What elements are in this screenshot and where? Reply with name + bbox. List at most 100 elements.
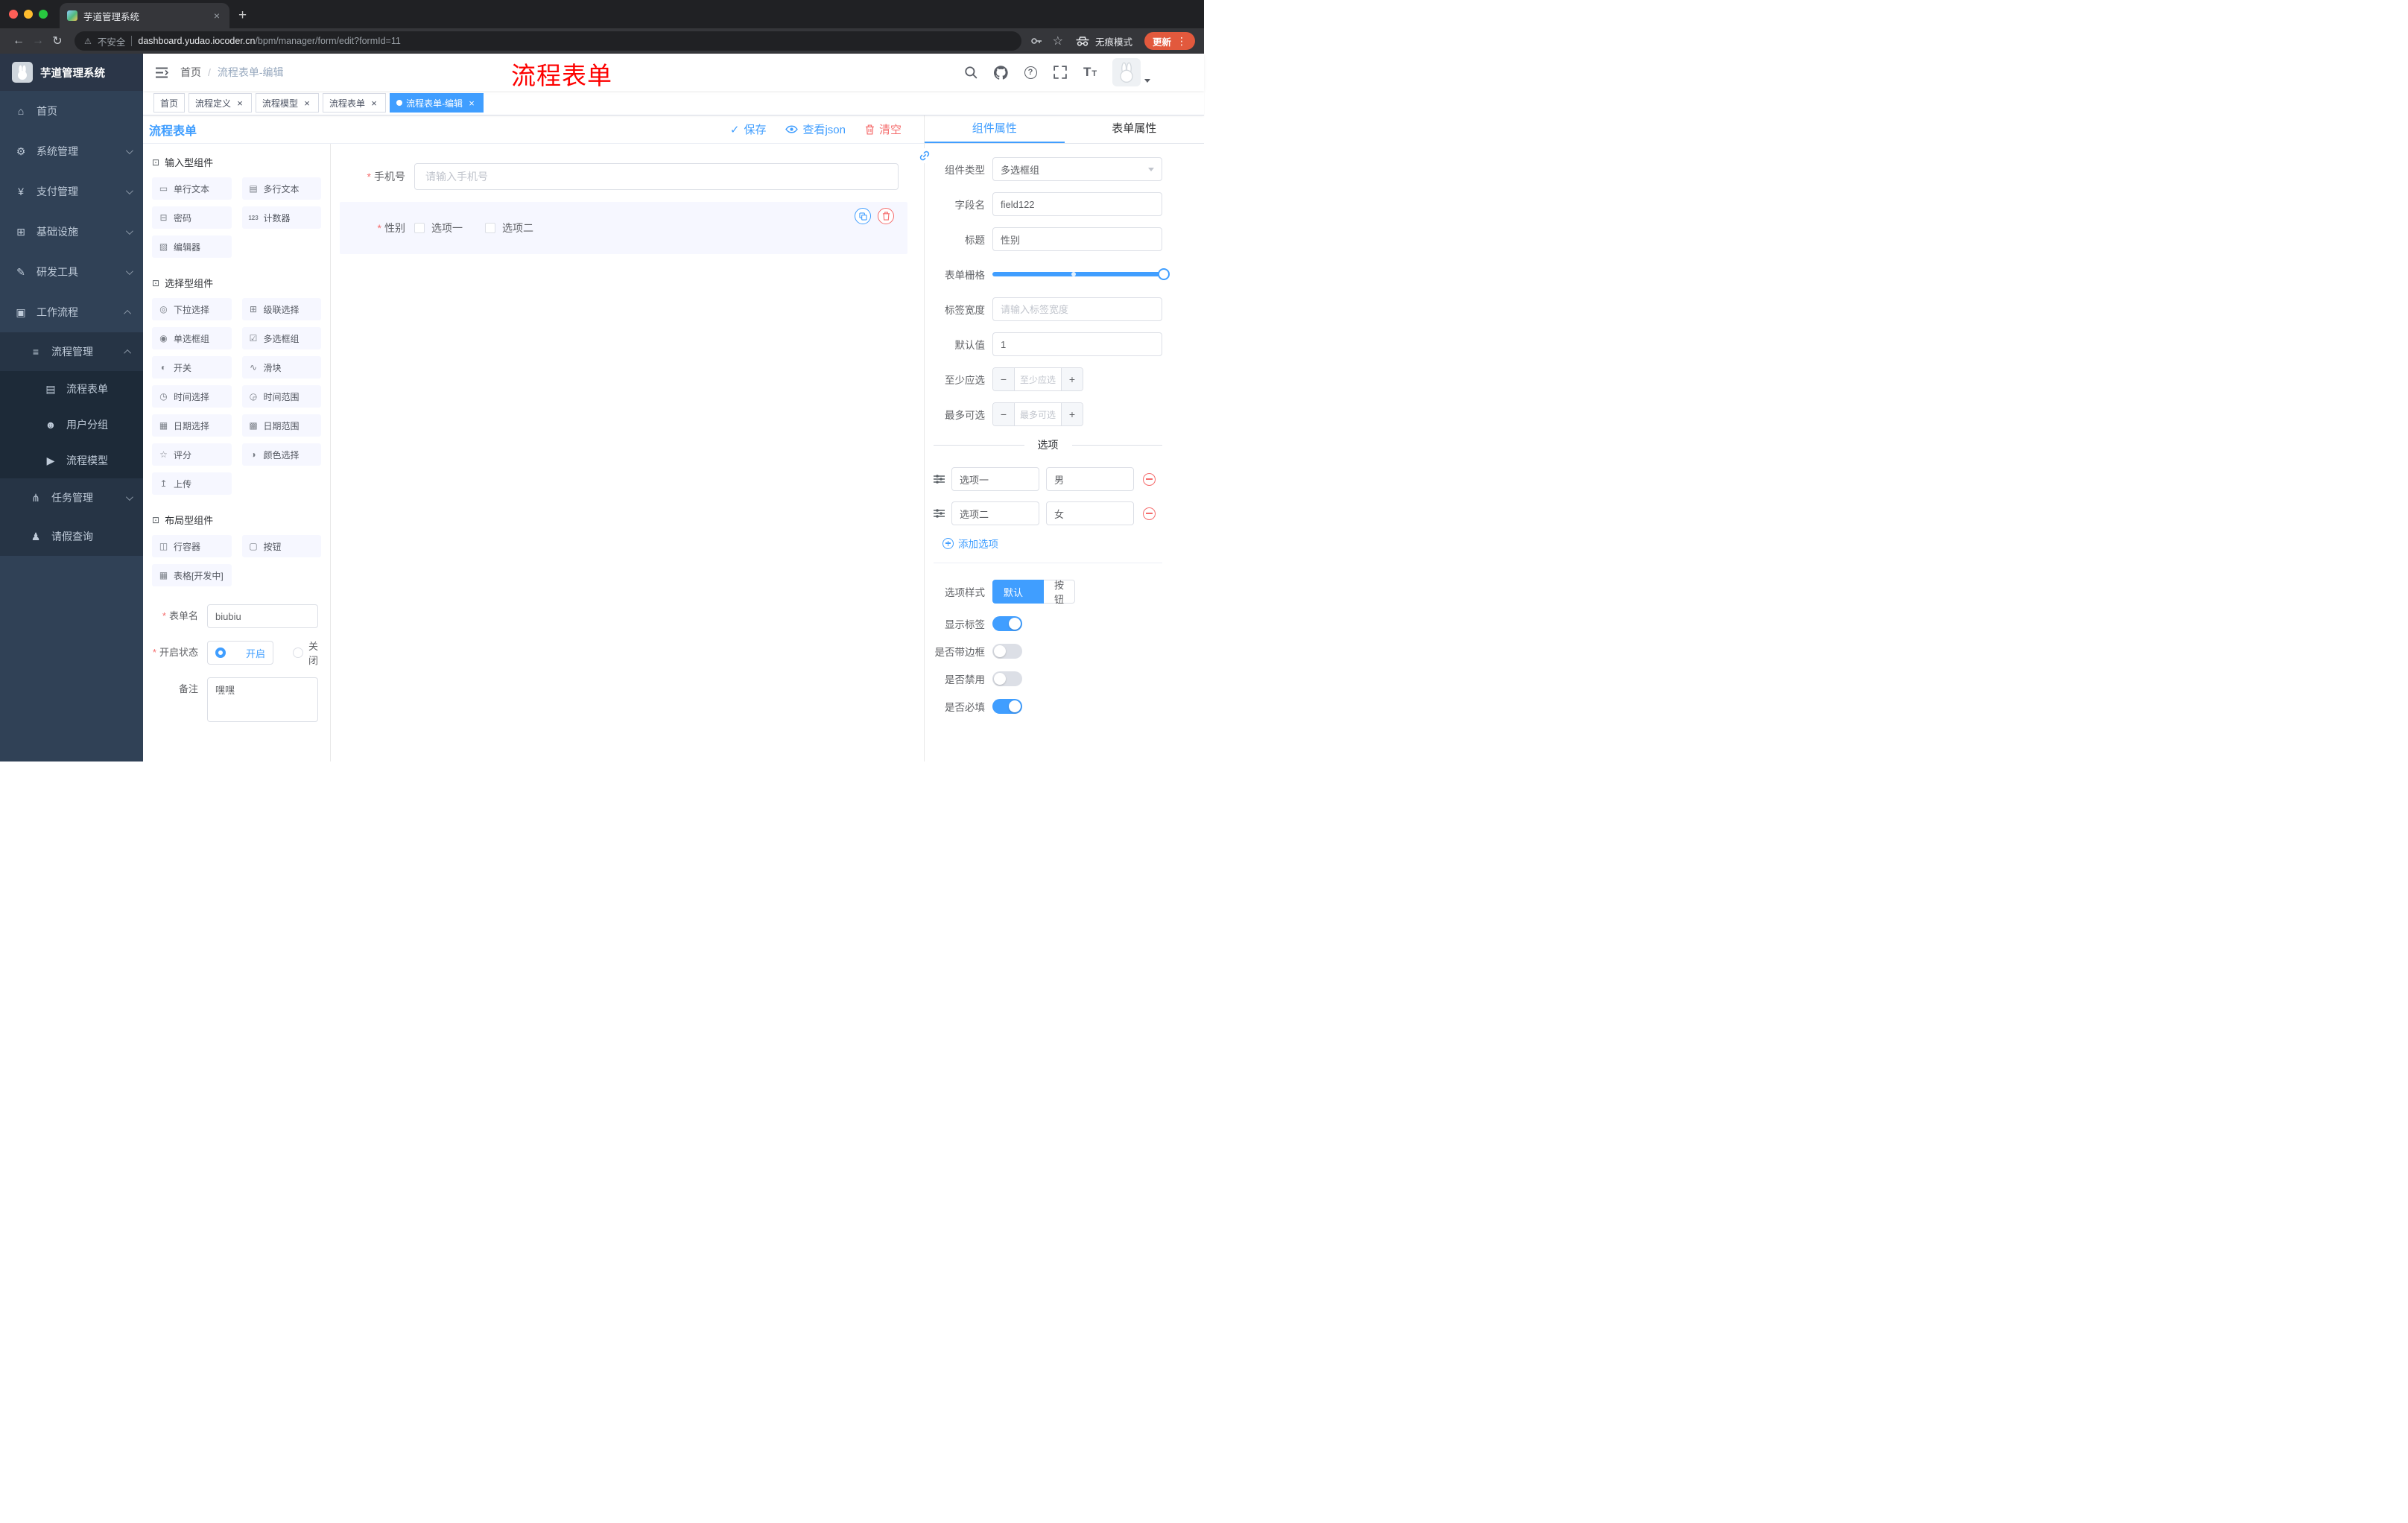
phone-input[interactable] <box>414 163 899 190</box>
palette-item-slider[interactable]: ∿ 滑块 <box>241 356 321 379</box>
password-key-icon[interactable] <box>1029 34 1044 48</box>
sidebar-item-payment-management[interactable]: ¥ 支付管理 <box>0 171 143 212</box>
sidebar-item-home[interactable]: ⌂ 首页 <box>0 91 143 131</box>
update-browser-button[interactable]: 更新 <box>1144 32 1195 50</box>
slider-handle[interactable] <box>1158 268 1170 280</box>
clear-button[interactable]: 清空 <box>865 121 902 137</box>
decrease-button[interactable] <box>993 403 1015 425</box>
gender-option2-checkbox[interactable]: 选项二 <box>485 221 533 235</box>
tab-component-properties[interactable]: 组件属性 <box>925 115 1065 143</box>
option-label-input[interactable] <box>951 501 1039 525</box>
drag-handle-icon[interactable] <box>934 475 945 484</box>
remove-option-icon[interactable] <box>1143 507 1156 520</box>
palette-item-time-range[interactable]: ◶ 时间范围 <box>241 385 321 408</box>
tag-home[interactable]: 首页 <box>153 93 186 113</box>
checkbox-icon[interactable] <box>414 223 425 233</box>
view-json-button[interactable]: 查看json <box>785 121 846 137</box>
palette-item-counter[interactable]: 123 计数器 <box>241 206 321 229</box>
sidebar-item-process-management[interactable]: ≡ 流程管理 <box>0 332 143 371</box>
delete-component-button[interactable] <box>878 208 894 224</box>
close-window-button[interactable] <box>9 10 18 19</box>
tag-process-form-edit[interactable]: 流程表单-编辑 <box>390 93 484 113</box>
palette-item-button[interactable]: ▢ 按钮 <box>241 535 321 557</box>
sidebar-item-workflow[interactable]: ▣ 工作流程 <box>0 292 143 332</box>
sidebar-item-process-model[interactable]: ▶ 流程模型 <box>0 443 143 478</box>
sidebar-item-task-management[interactable]: ⋔ 任务管理 <box>0 478 143 517</box>
slider-track[interactable] <box>992 268 1170 280</box>
tag-process-model[interactable]: 流程模型 <box>256 93 320 113</box>
palette-item-date-picker[interactable]: ▦ 日期选择 <box>152 414 232 437</box>
min-select-stepper[interactable]: 至少应选 <box>992 367 1083 391</box>
option-label-input[interactable] <box>951 467 1039 491</box>
palette-item-select[interactable]: ◎ 下拉选择 <box>152 298 232 320</box>
user-menu[interactable] <box>1112 58 1150 86</box>
increase-button[interactable] <box>1061 403 1083 425</box>
palette-item-rate[interactable]: ☆ 评分 <box>152 443 232 466</box>
tag-process-definition[interactable]: 流程定义 <box>188 93 253 113</box>
browser-tab[interactable]: 芋道管理系统 <box>60 3 229 28</box>
add-option-button[interactable]: 添加选项 <box>925 536 1162 551</box>
help-icon[interactable] <box>1023 65 1038 80</box>
palette-item-time-picker[interactable]: ◷ 时间选择 <box>152 385 232 408</box>
toggle-required[interactable] <box>992 699 1022 714</box>
tag-close-icon[interactable] <box>235 98 245 108</box>
palette-item-radio-group[interactable]: ◉ 单选框组 <box>152 327 232 349</box>
style-button-button[interactable]: 按钮 <box>1044 580 1076 605</box>
duplicate-component-button[interactable] <box>855 208 871 224</box>
new-tab-button[interactable] <box>238 7 247 24</box>
remove-option-icon[interactable] <box>1143 472 1156 486</box>
github-icon[interactable] <box>993 65 1008 80</box>
palette-item-upload[interactable]: ↥ 上传 <box>152 472 232 495</box>
tag-close-icon[interactable] <box>466 98 477 108</box>
checkbox-icon[interactable] <box>485 223 495 233</box>
label-width-input[interactable] <box>992 297 1162 321</box>
palette-item-switch[interactable]: ◐ 开关 <box>152 356 232 379</box>
bookmark-star-icon[interactable] <box>1053 34 1063 48</box>
increase-button[interactable] <box>1061 368 1083 390</box>
palette-item-cascader[interactable]: ⊞ 级联选择 <box>241 298 321 320</box>
sidebar-item-infrastructure[interactable]: ⊞ 基础设施 <box>0 212 143 252</box>
palette-item-date-range[interactable]: ▩ 日期范围 <box>241 414 321 437</box>
gender-option1-checkbox[interactable]: 选项一 <box>414 221 463 235</box>
phone-field-row[interactable]: 手机号 <box>340 163 907 190</box>
zoom-window-button[interactable] <box>39 10 48 19</box>
palette-item-editor[interactable]: ▧ 编辑器 <box>152 235 232 258</box>
save-button[interactable]: 保存 <box>730 121 766 137</box>
drag-handle-icon[interactable] <box>934 509 945 518</box>
max-select-stepper[interactable]: 最多可选 <box>992 402 1083 426</box>
sidebar-item-user-group[interactable]: ☻ 用户分组 <box>0 407 143 443</box>
browser-menu-icon[interactable] <box>1176 35 1187 48</box>
status-on-radio[interactable]: 开启 <box>207 641 273 665</box>
window-controls[interactable] <box>9 10 48 19</box>
palette-item-multi-line-text[interactable]: ▤ 多行文本 <box>241 177 321 200</box>
hamburger-icon[interactable] <box>143 67 180 78</box>
status-off-radio[interactable]: 关闭 <box>292 639 318 667</box>
default-value-input[interactable] <box>992 332 1162 356</box>
fullscreen-icon[interactable] <box>1053 65 1068 80</box>
sidebar-item-process-form[interactable]: ▤ 流程表单 <box>0 371 143 407</box>
tab-close-icon[interactable] <box>212 10 222 22</box>
toggle-disabled[interactable] <box>992 671 1022 686</box>
palette-item-table[interactable]: ▦ 表格[开发中] <box>152 564 232 586</box>
breadcrumb-home-link[interactable]: 首页 <box>180 65 201 80</box>
sidebar-item-system-management[interactable]: ⚙ 系统管理 <box>0 131 143 171</box>
component-type-select[interactable]: 多选框组 <box>992 157 1162 181</box>
minimize-window-button[interactable] <box>24 10 33 19</box>
option-value-input[interactable] <box>1046 467 1134 491</box>
toggle-show-label[interactable] <box>992 616 1022 631</box>
font-size-icon[interactable] <box>1083 65 1097 80</box>
gender-field-row-selected[interactable]: 性别 选项一 选项二 <box>340 202 907 254</box>
address-bar[interactable]: 不安全 dashboard.yudao.iocoder.cn/bpm/manag… <box>75 31 1021 51</box>
form-grid-slider[interactable] <box>992 262 1170 286</box>
form-canvas[interactable]: 手机号 <box>331 144 924 762</box>
field-name-input[interactable] <box>992 192 1162 216</box>
palette-item-password[interactable]: ⊟ 密码 <box>152 206 232 229</box>
decrease-button[interactable] <box>993 368 1015 390</box>
palette-item-row-container[interactable]: ◫ 行容器 <box>152 535 232 557</box>
toggle-border[interactable] <box>992 644 1022 659</box>
tag-process-form[interactable]: 流程表单 <box>323 93 387 113</box>
not-secure-label[interactable]: 不安全 <box>98 34 126 48</box>
palette-item-checkbox-group[interactable]: ☑ 多选框组 <box>241 327 321 349</box>
avatar[interactable] <box>1112 58 1141 86</box>
tag-close-icon[interactable] <box>302 98 312 108</box>
